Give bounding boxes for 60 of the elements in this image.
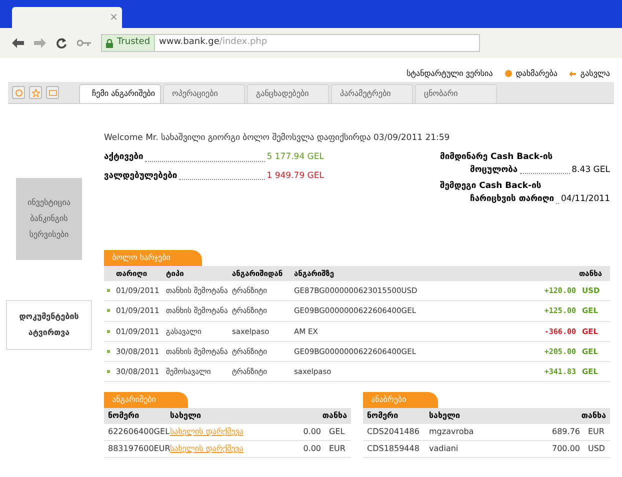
panel-title: ანგარიშები bbox=[104, 392, 188, 408]
table-cell: 622606400GEL bbox=[108, 426, 170, 438]
nav-tab[interactable]: ოპერაციები bbox=[163, 84, 245, 103]
balance-label: აქტივები bbox=[104, 150, 144, 164]
side-button[interactable]: დოკუმენტების ატვირთვა bbox=[6, 300, 92, 350]
table-cell-text: CDS2041486 bbox=[367, 426, 420, 438]
column-header: თანხა bbox=[581, 410, 606, 422]
table-cell-text: EUR bbox=[588, 426, 606, 438]
table-cell: 0.00 bbox=[303, 443, 321, 456]
header-link[interactable]: სტანდარტული ვერსია bbox=[406, 65, 493, 82]
cashback-label: შემდეგი Cash Back-ის bbox=[440, 180, 542, 193]
column-header: სახელი bbox=[429, 410, 462, 422]
power-icon[interactable] bbox=[12, 86, 25, 99]
bullet-icon bbox=[107, 350, 110, 353]
cashback-label: მოცულობა bbox=[469, 164, 518, 176]
balance-value: 5 177.94 GEL bbox=[266, 150, 324, 164]
forward-icon[interactable] bbox=[34, 38, 46, 48]
cashback-value: 8.43 GEL bbox=[572, 164, 610, 176]
header-link[interactable]: დახმარება bbox=[504, 65, 558, 82]
balance-label: ვალდებულებები bbox=[104, 170, 178, 182]
nav-tab[interactable]: ჩემი ანგარიშები bbox=[79, 84, 161, 103]
cashback-label: მიმდინარე Cash Back-ის bbox=[440, 150, 554, 164]
nav-tab[interactable]: ცნობარი bbox=[415, 84, 497, 103]
arrow-icon bbox=[569, 70, 576, 76]
bullet-icon bbox=[107, 289, 110, 292]
nav-tab[interactable]: პარამეტრები bbox=[331, 84, 413, 103]
table-cell: mgzavroba bbox=[429, 427, 474, 436]
table-cell: 689.76 bbox=[552, 426, 580, 438]
column-header: სახელი bbox=[170, 410, 202, 422]
table-cell-text: GEL bbox=[329, 426, 346, 438]
column-header: ნომერი bbox=[108, 410, 140, 422]
lock-icon bbox=[106, 38, 113, 48]
table-cell: 700.00 bbox=[552, 443, 580, 456]
table-cell: USD bbox=[588, 443, 606, 456]
back-icon[interactable] bbox=[12, 38, 24, 48]
table-cell: vadiani bbox=[429, 444, 458, 454]
welcome-text: Welcome Mr. სახაშვილი გიორგი ბოლო შემოსვლა დაფიქსირდა 03/09/2011 21:59 bbox=[104, 132, 451, 145]
star-icon[interactable] bbox=[29, 86, 42, 99]
table-cell-text: EUR bbox=[329, 443, 346, 456]
column-header: თანხა bbox=[322, 410, 347, 422]
cashback-value: 04/11/2011 bbox=[561, 193, 610, 206]
reload-icon[interactable] bbox=[56, 38, 67, 48]
side-button[interactable]: ინვესტიცია ბანკინგის სერვისები bbox=[16, 178, 82, 260]
nav-tab[interactable]: განცხადებები bbox=[247, 84, 329, 103]
url-text: www.bank.ge/index.php bbox=[158, 36, 268, 50]
table-cell-text: CDS1859448 bbox=[367, 443, 420, 456]
address-bar[interactable]: Trusted www.bank.ge/index.php bbox=[101, 34, 480, 52]
header-link[interactable]: გასვლა bbox=[569, 65, 610, 82]
balance-value: 1 949.79 GEL bbox=[266, 170, 324, 182]
panel-title: ანაბრები bbox=[363, 392, 438, 408]
bullet-icon bbox=[107, 309, 110, 312]
key-icon[interactable] bbox=[77, 39, 91, 47]
security-badge: Trusted bbox=[102, 35, 156, 51]
column-header: ნომერი bbox=[367, 410, 400, 422]
table-cell: 883197600EUR bbox=[108, 443, 170, 456]
table-cell: 0.00 bbox=[303, 426, 321, 438]
panel-title: ბოლო ხარჯები bbox=[104, 250, 202, 266]
cashback-label: ჩარიცხვის თარიღი bbox=[469, 193, 554, 206]
bullet-icon bbox=[107, 370, 110, 374]
bullet-icon bbox=[107, 330, 110, 333]
